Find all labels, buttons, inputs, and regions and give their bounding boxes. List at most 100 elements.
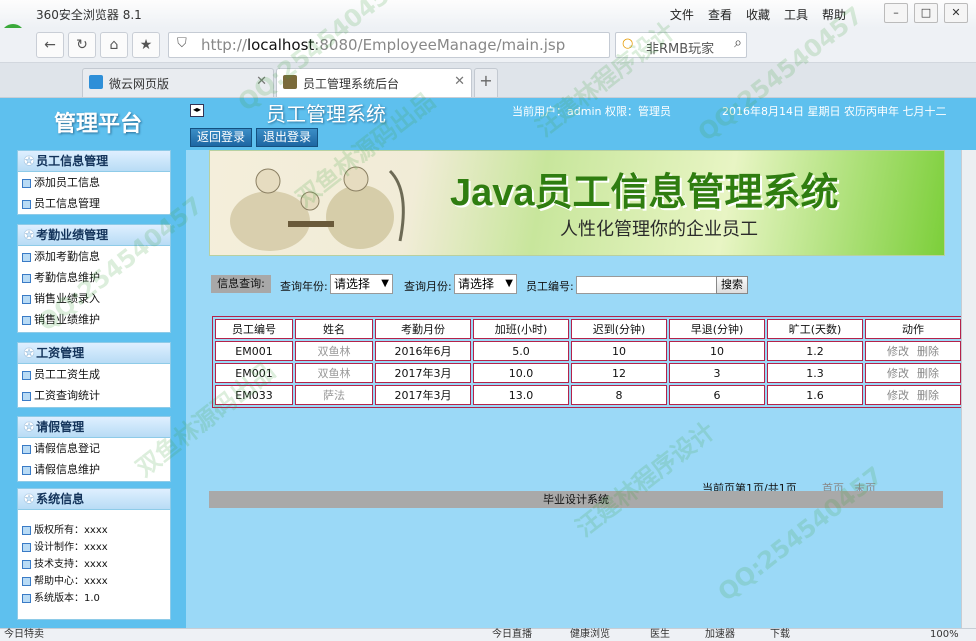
menu-file[interactable]: 文件 [670,6,694,23]
maximize-icon[interactable]: □ [914,3,938,23]
delete-link[interactable]: 删除 [917,389,939,402]
cell-employee-id: EM001 [215,363,293,383]
sidebar-item-sales-maintain[interactable]: 销售业绩维护 [18,309,170,330]
cell-name: 双鱼林 [295,363,373,383]
collapse-toggle-icon[interactable]: ◂▸ [190,104,204,117]
minimize-icon[interactable]: – [884,3,908,23]
page-icon [283,75,297,89]
employee-id-input[interactable] [576,276,724,294]
logout-button[interactable]: 退出登录 [256,128,319,147]
sidebar-item-attendance-maintain[interactable]: 考勤信息维护 [18,267,170,288]
cell-actions: 修改 删除 [865,341,961,361]
bullet-icon [22,444,31,454]
employee-id-label: 员工编号: [526,280,574,293]
back-login-button[interactable]: 返回登录 [190,128,253,147]
footer: 毕业设计系统 [209,491,943,508]
month-select[interactable]: 请选择 ▼ [454,274,517,294]
banner-subtitle: 人性化管理你的企业员工 [560,219,758,240]
sidebar-item-salary-generate[interactable]: 员工工资生成 [18,364,170,385]
table-row: EM033 萨法 2017年3月 13.0 8 6 1.6 修改 删除 [215,385,961,405]
main-content: Java员工信息管理系统 人性化管理你的企业员工 信息查询: 查询年份: 请选择… [186,150,976,628]
cell-employee-id: EM001 [215,341,293,361]
edit-link[interactable]: 修改 [887,389,909,402]
status-item[interactable]: 下载 [770,629,790,641]
back-icon[interactable]: ← [36,32,64,58]
info-row: 设计制作：xxxx [18,539,170,556]
banner-illustration-icon [230,166,405,251]
sidebar-item-add-employee[interactable]: 添加员工信息 [18,172,170,193]
cell-absent: 1.6 [767,385,863,405]
refresh-icon[interactable]: ↻ [68,32,96,58]
panel-salary: ✪ 工资管理 员工工资生成 工资查询统计 [17,342,171,408]
bullet-icon [22,525,31,535]
chevron-down-icon: ▼ [505,278,513,289]
status-item[interactable]: 健康浏览 [570,629,610,641]
cell-name: 双鱼林 [295,341,373,361]
sidebar-item-employee-manage[interactable]: 员工信息管理 [18,193,170,214]
cell-overtime: 13.0 [473,385,569,405]
tab-close-icon[interactable]: ✕ [454,74,465,89]
favorite-star-icon[interactable]: ★ [132,32,160,58]
table-row: EM001 双鱼林 2017年3月 10.0 12 3 1.3 修改 删除 [215,363,961,383]
star-icon: ✪ [24,420,35,434]
year-label: 查询年份: [280,280,328,293]
cell-employee-id: EM033 [215,385,293,405]
edit-link[interactable]: 修改 [887,367,909,380]
search-button[interactable]: 搜索 [716,276,748,294]
zoom-level[interactable]: 100% [930,629,959,641]
bullet-icon [22,465,31,475]
info-row: 帮助中心：xxxx [18,573,170,590]
cloud-icon [89,75,103,89]
address-bar[interactable]: ⛉ http://localhost:8080/EmployeeManage/m… [168,32,610,58]
status-item[interactable]: 今日直播 [492,629,532,641]
status-item[interactable]: 医生 [650,629,670,641]
star-icon: ✪ [24,228,35,242]
delete-link[interactable]: 删除 [917,345,939,358]
panel-header[interactable]: ✪ 工资管理 [18,343,170,364]
month-label: 查询月份: [404,280,452,293]
column-header: 旷工(天数) [767,319,863,339]
sidebar-item-leave-maintain[interactable]: 请假信息维护 [18,459,170,480]
panel-leave: ✪ 请假管理 请假信息登记 请假信息维护 [17,416,171,482]
bullet-icon [22,391,31,401]
cell-early: 10 [669,341,765,361]
menu-favorites[interactable]: 收藏 [746,6,770,23]
tab-close-icon[interactable]: ✕ [256,74,267,89]
delete-link[interactable]: 删除 [917,367,939,380]
tab-weiyun[interactable]: 微云网页版 ✕ [82,68,274,97]
sidebar-item-sales-entry[interactable]: 销售业绩录入 [18,288,170,309]
address-text[interactable]: http://localhost:8080/EmployeeManage/mai… [201,36,565,54]
column-header: 动作 [865,319,961,339]
menu-tools[interactable]: 工具 [784,6,808,23]
star-icon: ✪ [24,346,35,360]
search-text[interactable]: 非RMB玩家 [646,38,714,57]
home-icon[interactable]: ⌂ [100,32,128,58]
sidebar-item-add-attendance[interactable]: 添加考勤信息 [18,246,170,267]
query-label: 信息查询: [211,275,271,293]
panel-header[interactable]: ✪ 考勤业绩管理 [18,225,170,246]
sidebar-item-salary-query[interactable]: 工资查询统计 [18,385,170,406]
bullet-icon [22,199,31,209]
window-controls: – □ ✕ [884,3,968,23]
year-select[interactable]: 请选择 ▼ [330,274,393,294]
vertical-scrollbar[interactable] [961,150,976,628]
menu-help[interactable]: 帮助 [822,6,846,23]
new-tab-button[interactable]: + [474,68,498,97]
panel-attendance: ✪ 考勤业绩管理 添加考勤信息 考勤信息维护 销售业绩录入 销售业绩维护 [17,224,171,333]
bullet-icon [22,294,31,304]
search-icon[interactable]: ⌕ [734,35,742,51]
status-item[interactable]: 加速器 [705,629,735,641]
star-icon: ✪ [24,154,35,168]
status-left[interactable]: 今日特卖 [4,629,44,641]
browser-app-title: 360安全浏览器 8.1 [36,8,142,22]
menu-view[interactable]: 查看 [708,6,732,23]
panel-header[interactable]: ✪ 请假管理 [18,417,170,438]
panel-header: ✪ 系统信息 [18,489,170,510]
panel-header[interactable]: ✪ 员工信息管理 [18,151,170,172]
sidebar-item-leave-register[interactable]: 请假信息登记 [18,438,170,459]
edit-link[interactable]: 修改 [887,345,909,358]
search-box[interactable]: ○ 非RMB玩家 ⌕ [615,32,747,58]
close-icon[interactable]: ✕ [944,3,968,23]
tab-employee-admin[interactable]: 员工管理系统后台 ✕ [276,68,472,97]
date-info: 2016年8月14日 星期日 农历丙申年 七月十二 [722,105,947,118]
